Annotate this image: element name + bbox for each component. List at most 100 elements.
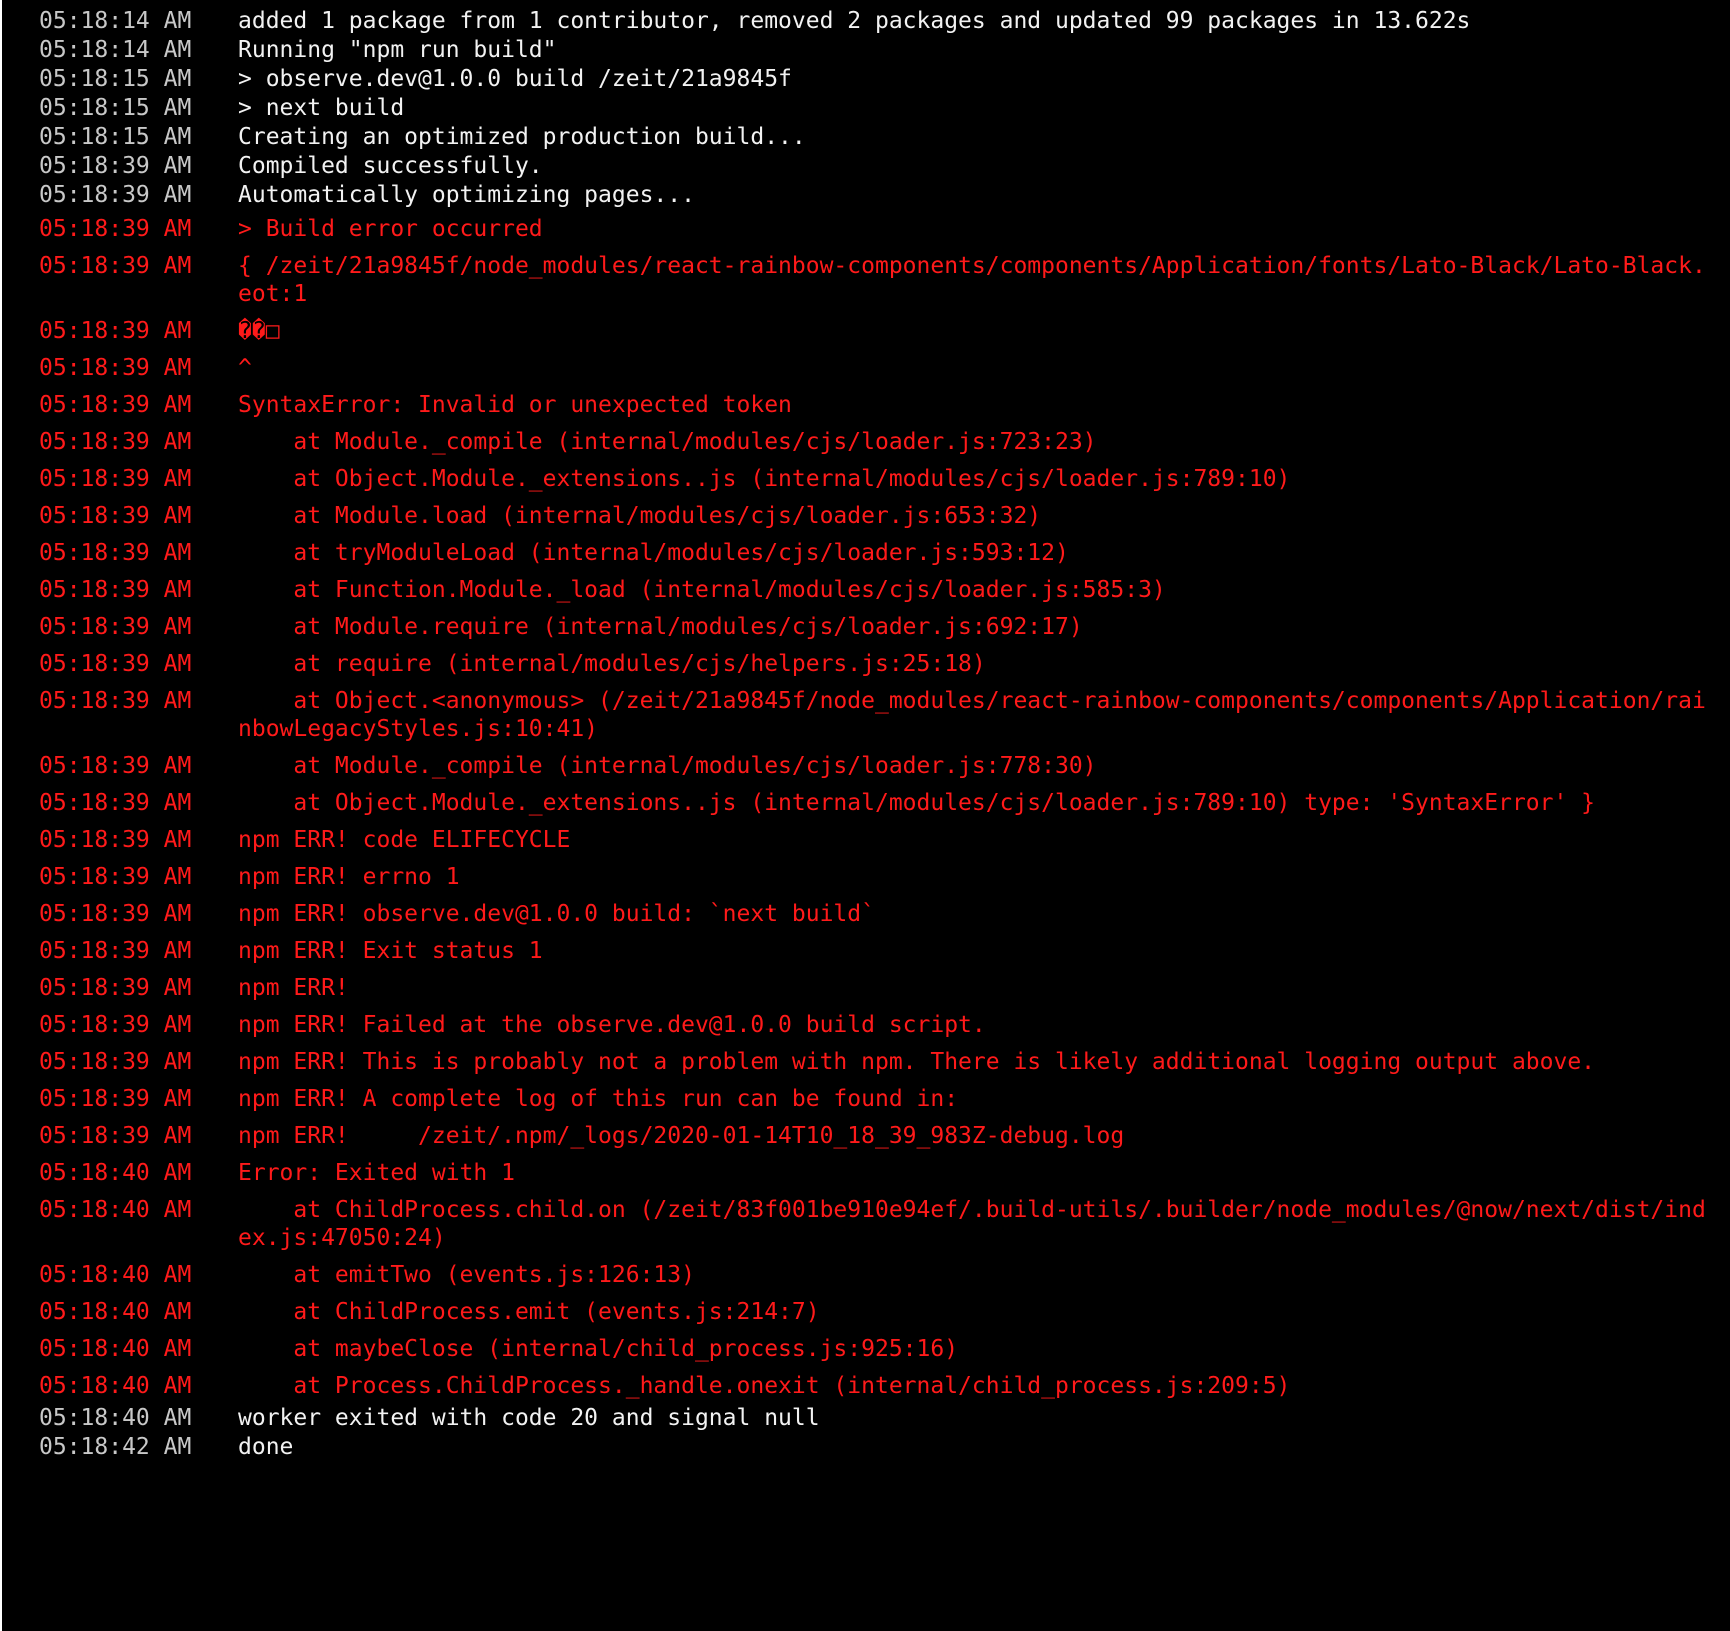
log-message: npm ERR! Exit status 1 xyxy=(238,938,543,964)
log-line-error: 05:18:40 AM at Process.ChildProcess._han… xyxy=(2,1367,1730,1404)
log-message: > Build error occurred xyxy=(238,216,543,242)
log-message: at ChildProcess.emit (events.js:214:7) xyxy=(238,1299,820,1325)
log-line: 05:18:40 AM worker exited with code 20 an… xyxy=(2,1404,1730,1433)
log-message: at Process.ChildProcess._handle.onexit (… xyxy=(238,1373,1291,1399)
log-message: at Module._compile (internal/modules/cjs… xyxy=(238,429,1097,455)
log-line-error: 05:18:39 AM npm ERR! Exit status 1 xyxy=(2,932,1730,969)
log-timestamp: 05:18:15 AM xyxy=(39,66,192,92)
log-line-error: 05:18:40 AM at ChildProcess.child.on (/z… xyxy=(2,1191,1730,1256)
log-message: added 1 package from 1 contributor, remo… xyxy=(238,8,1471,34)
log-line-error: 05:18:39 AM npm ERR! code ELIFECYCLE xyxy=(2,821,1730,858)
log-timestamp: 05:18:40 AM xyxy=(39,1160,192,1186)
log-message: at emitTwo (events.js:126:13) xyxy=(238,1262,695,1288)
log-line-error: 05:18:39 AM ^ xyxy=(2,349,1730,386)
log-timestamp: 05:18:39 AM xyxy=(39,216,192,242)
log-timestamp: 05:18:39 AM xyxy=(39,318,192,344)
log-line-error: 05:18:39 AM npm ERR! This is probably not… xyxy=(2,1043,1730,1080)
log-timestamp: 05:18:39 AM xyxy=(39,392,192,418)
log-line-error: 05:18:39 AM at tryModuleLoad (internal/m… xyxy=(2,534,1730,571)
log-line-error: 05:18:39 AM at Module.require (internal/… xyxy=(2,608,1730,645)
log-line: 05:18:14 AM added 1 package from 1 contri… xyxy=(2,7,1730,36)
log-timestamp: 05:18:39 AM xyxy=(39,1123,192,1149)
log-line-error: 05:18:39 AM npm ERR! xyxy=(2,969,1730,1006)
log-timestamp: 05:18:39 AM xyxy=(39,1012,192,1038)
log-timestamp: 05:18:39 AM xyxy=(39,1086,192,1112)
log-line-error: 05:18:39 AM ��□ xyxy=(2,312,1730,349)
log-message: at Module._compile (internal/modules/cjs… xyxy=(238,753,1097,779)
log-timestamp: 05:18:40 AM xyxy=(39,1373,192,1399)
log-message: npm ERR! errno 1 xyxy=(238,864,460,890)
log-line: 05:18:39 AM Automatically optimizing page… xyxy=(2,181,1730,210)
log-line: 05:18:15 AM > next build xyxy=(2,94,1730,123)
log-timestamp: 05:18:14 AM xyxy=(39,37,192,63)
log-timestamp: 05:18:39 AM xyxy=(39,355,192,381)
log-timestamp: 05:18:39 AM xyxy=(39,153,192,179)
log-timestamp: 05:18:39 AM xyxy=(39,901,192,927)
log-timestamp: 05:18:39 AM xyxy=(39,614,192,640)
log-line-error: 05:18:39 AM at Function.Module._load (in… xyxy=(2,571,1730,608)
log-message: npm ERR! /zeit/.npm/_logs/2020-01-14T10_… xyxy=(238,1123,1125,1149)
log-message: { /zeit/21a9845f/node_modules/react-rain… xyxy=(238,253,1706,307)
log-message: npm ERR! A complete log of this run can … xyxy=(238,1086,959,1112)
log-timestamp: 05:18:14 AM xyxy=(39,8,192,34)
log-line-error: 05:18:39 AM npm ERR! errno 1 xyxy=(2,858,1730,895)
log-message: worker exited with code 20 and signal nu… xyxy=(238,1405,820,1431)
log-line-error: 05:18:39 AM npm ERR! /zeit/.npm/_logs/202… xyxy=(2,1117,1730,1154)
log-message: at Module.require (internal/modules/cjs/… xyxy=(238,614,1083,640)
log-timestamp: 05:18:40 AM xyxy=(39,1336,192,1362)
log-line-error: 05:18:40 AM Error: Exited with 1 xyxy=(2,1154,1730,1191)
log-line-error: 05:18:40 AM at emitTwo (events.js:126:13… xyxy=(2,1256,1730,1293)
log-timestamp: 05:18:39 AM xyxy=(39,253,192,279)
log-line-error: 05:18:39 AM at require (internal/modules… xyxy=(2,645,1730,682)
log-line-error: 05:18:39 AM > Build error occurred xyxy=(2,210,1730,247)
log-message: done xyxy=(238,1434,294,1460)
log-message: Automatically optimizing pages... xyxy=(238,182,695,208)
log-timestamp: 05:18:40 AM xyxy=(39,1262,192,1288)
log-message: npm ERR! xyxy=(238,975,349,1001)
log-message: Compiled successfully. xyxy=(238,153,543,179)
log-message: at Object.Module._extensions..js (intern… xyxy=(238,466,1291,492)
log-message: at tryModuleLoad (internal/modules/cjs/l… xyxy=(238,540,1069,566)
log-message: at Module.load (internal/modules/cjs/loa… xyxy=(238,503,1042,529)
log-message: ��□ xyxy=(238,318,280,344)
log-timestamp: 05:18:39 AM xyxy=(39,688,192,714)
log-line: 05:18:39 AM Compiled successfully. xyxy=(2,152,1730,181)
log-message: at Object.Module._extensions..js (intern… xyxy=(238,790,1596,816)
log-line: 05:18:15 AM > observe.dev@1.0.0 build /ze… xyxy=(2,65,1730,94)
log-line-error: 05:18:39 AM npm ERR! observe.dev@1.0.0 bu… xyxy=(2,895,1730,932)
log-line-error: 05:18:39 AM at Module.load (internal/mod… xyxy=(2,497,1730,534)
log-timestamp: 05:18:39 AM xyxy=(39,753,192,779)
log-message: Running "npm run build" xyxy=(238,37,557,63)
log-timestamp: 05:18:40 AM xyxy=(39,1197,192,1223)
log-line-error: 05:18:40 AM at maybeClose (internal/chil… xyxy=(2,1330,1730,1367)
log-message: at require (internal/modules/cjs/helpers… xyxy=(238,651,986,677)
log-line-error: 05:18:39 AM at Module._compile (internal… xyxy=(2,423,1730,460)
log-line-error: 05:18:39 AM at Object.Module._extensions… xyxy=(2,460,1730,497)
log-timestamp: 05:18:39 AM xyxy=(39,827,192,853)
log-timestamp: 05:18:39 AM xyxy=(39,790,192,816)
log-message: Error: Exited with 1 xyxy=(238,1160,515,1186)
log-message: at Object.<anonymous> (/zeit/21a9845f/no… xyxy=(238,688,1706,742)
log-timestamp: 05:18:39 AM xyxy=(39,577,192,603)
log-message: npm ERR! observe.dev@1.0.0 build: `next … xyxy=(238,901,875,927)
log-timestamp: 05:18:15 AM xyxy=(39,124,192,150)
log-line: 05:18:14 AM Running "npm run build" xyxy=(2,36,1730,65)
log-timestamp: 05:18:39 AM xyxy=(39,938,192,964)
log-timestamp: 05:18:39 AM xyxy=(39,864,192,890)
log-timestamp: 05:18:39 AM xyxy=(39,1049,192,1075)
log-line: 05:18:42 AM done xyxy=(2,1433,1730,1462)
log-timestamp: 05:18:40 AM xyxy=(39,1299,192,1325)
log-line-error: 05:18:39 AM at Object.Module._extensions… xyxy=(2,784,1730,821)
log-message: at maybeClose (internal/child_process.js… xyxy=(238,1336,959,1362)
log-timestamp: 05:18:40 AM xyxy=(39,1405,192,1431)
log-line-error: 05:18:39 AM npm ERR! Failed at the observ… xyxy=(2,1006,1730,1043)
log-message: npm ERR! code ELIFECYCLE xyxy=(238,827,571,853)
log-message: at ChildProcess.child.on (/zeit/83f001be… xyxy=(238,1197,1706,1251)
log-timestamp: 05:18:15 AM xyxy=(39,95,192,121)
log-timestamp: 05:18:39 AM xyxy=(39,182,192,208)
log-line-error: 05:18:40 AM at ChildProcess.emit (events… xyxy=(2,1293,1730,1330)
log-line: 05:18:15 AM Creating an optimized product… xyxy=(2,123,1730,152)
build-log-terminal: 05:18:14 AM added 1 package from 1 contri… xyxy=(2,0,1730,1631)
log-message: > next build xyxy=(238,95,405,121)
log-message: Creating an optimized production build..… xyxy=(238,124,806,150)
